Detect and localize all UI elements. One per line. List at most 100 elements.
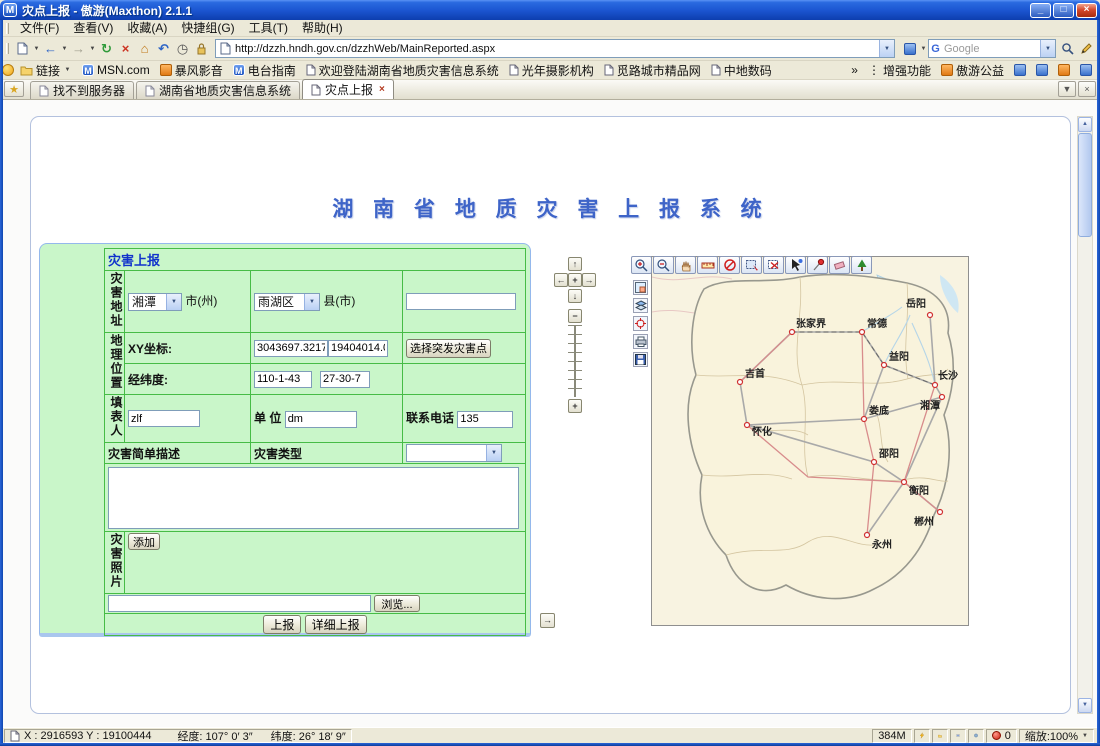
stop-button[interactable]: × bbox=[116, 39, 135, 59]
proxy-button[interactable] bbox=[192, 39, 211, 59]
overview-map-button[interactable] bbox=[633, 280, 648, 295]
reporter-name-input[interactable] bbox=[128, 410, 200, 427]
description-textarea[interactable] bbox=[108, 467, 519, 529]
tab-server-not-found[interactable]: 找不到服务器 bbox=[30, 81, 134, 99]
download-folder-button[interactable] bbox=[932, 729, 948, 743]
link-hunan-geohazard[interactable]: 欢迎登陆湖南省地质灾害信息系统 bbox=[302, 62, 503, 78]
search-button[interactable] bbox=[1058, 39, 1077, 59]
search-engine-dropdown[interactable]: ▼ bbox=[1040, 40, 1055, 57]
erase-button[interactable] bbox=[829, 256, 850, 274]
search-box[interactable]: G Google ▼ bbox=[928, 39, 1056, 58]
select-rectangle-button[interactable] bbox=[741, 256, 762, 274]
longitude-input[interactable] bbox=[254, 371, 312, 388]
links-overflow-button[interactable]: » bbox=[847, 62, 862, 78]
forward-button[interactable]: → bbox=[69, 39, 88, 59]
menu-tools[interactable]: 工具(T) bbox=[242, 20, 295, 36]
ad-hunter-button[interactable] bbox=[950, 729, 966, 743]
save-map-button[interactable] bbox=[633, 352, 648, 367]
split-view-button[interactable] bbox=[1032, 62, 1052, 78]
layers-button[interactable] bbox=[633, 298, 648, 313]
detailed-report-button[interactable]: 详细上报 bbox=[305, 615, 367, 634]
highlight-button[interactable] bbox=[1077, 39, 1096, 59]
minimize-button[interactable]: _ bbox=[1030, 3, 1051, 18]
forward-dropdown[interactable]: ▼ bbox=[88, 39, 97, 59]
tab-list-button[interactable]: ▼ bbox=[1058, 81, 1076, 97]
pan-right-button[interactable]: → bbox=[582, 273, 596, 287]
close-tab-button[interactable]: × bbox=[1078, 81, 1096, 97]
proxy-button[interactable] bbox=[968, 729, 984, 743]
link-msn[interactable]: M MSN.com bbox=[78, 62, 154, 78]
links-folder-dropdown[interactable]: ▼ bbox=[63, 60, 72, 80]
unit-input[interactable] bbox=[285, 411, 357, 428]
scroll-down-button[interactable]: ▼ bbox=[1078, 698, 1092, 713]
measure-distance-button[interactable] bbox=[697, 256, 718, 274]
zoom-in-step-button[interactable]: + bbox=[568, 399, 582, 413]
county-select[interactable]: 雨湖区 ▼ bbox=[254, 293, 320, 311]
address-dropdown[interactable]: ▼ bbox=[879, 40, 894, 57]
menu-groups[interactable]: 快捷组(G) bbox=[174, 20, 241, 36]
new-page-button[interactable] bbox=[13, 39, 32, 59]
back-button[interactable]: ← bbox=[41, 39, 60, 59]
links-folder[interactable]: 链接 ▼ bbox=[16, 62, 76, 78]
pan-button[interactable] bbox=[675, 256, 696, 274]
pick-disaster-point-button[interactable]: 选择突发灾害点 bbox=[406, 339, 491, 358]
zoom-slider[interactable] bbox=[568, 325, 582, 397]
history-button[interactable]: ◷ bbox=[173, 39, 192, 59]
mark-point-button[interactable] bbox=[807, 256, 828, 274]
phone-input[interactable] bbox=[457, 411, 513, 428]
link-photo-studio[interactable]: 光年摄影机构 bbox=[505, 62, 598, 78]
map-canvas[interactable]: 张家界 常德 岳阳 吉首 益阳 长沙 怀化 娄底 湘潭 邵阳 衡阳 永州 郴州 bbox=[651, 256, 969, 626]
boost-button[interactable] bbox=[914, 729, 930, 743]
deselect-button[interactable] bbox=[763, 256, 784, 274]
photo-file-input[interactable] bbox=[108, 595, 371, 612]
link-radio-guide[interactable]: M 电台指南 bbox=[229, 62, 300, 78]
clear-selection-button[interactable] bbox=[719, 256, 740, 274]
tab-hunan-geohazard-info[interactable]: 湖南省地质灾害信息系统 bbox=[136, 81, 300, 99]
zoom-center-button[interactable]: + bbox=[568, 273, 582, 287]
pan-down-button[interactable]: ↓ bbox=[568, 289, 582, 303]
menu-favorites[interactable]: 收藏(A) bbox=[120, 20, 174, 36]
restore-button[interactable]: □ bbox=[1053, 3, 1074, 18]
link-city-boutique[interactable]: 觅路城市精品网 bbox=[600, 62, 705, 78]
identify-button[interactable] bbox=[785, 256, 806, 274]
blocked-counter[interactable]: 0 bbox=[986, 729, 1017, 743]
zoom-in-button[interactable] bbox=[631, 256, 652, 274]
tab-disaster-report[interactable]: 灾点上报 × bbox=[302, 79, 394, 99]
back-dropdown[interactable]: ▼ bbox=[60, 39, 69, 59]
legend-button[interactable] bbox=[851, 256, 872, 274]
link-zhongdi-digital[interactable]: 中地数码 bbox=[707, 62, 776, 78]
zoom-out-button[interactable] bbox=[653, 256, 674, 274]
close-button[interactable]: × bbox=[1076, 3, 1097, 18]
locate-button[interactable] bbox=[633, 316, 648, 331]
tab-close-icon[interactable]: × bbox=[379, 84, 385, 95]
submit-report-button[interactable]: 上报 bbox=[263, 615, 301, 634]
x-coordinate-input[interactable] bbox=[254, 340, 328, 357]
vertical-scrollbar[interactable]: ▲ ▼ bbox=[1077, 116, 1093, 714]
add-photo-button[interactable]: 添加 bbox=[128, 533, 160, 550]
expand-panel-button[interactable]: → bbox=[540, 613, 555, 628]
favorites-star-button[interactable]: ★ bbox=[4, 81, 24, 97]
latitude-input[interactable] bbox=[320, 371, 370, 388]
quick-fill-dropdown[interactable]: ▼ bbox=[919, 39, 928, 59]
zoom-control[interactable]: 缩放:100% ▼ bbox=[1019, 729, 1094, 743]
scroll-up-button[interactable]: ▲ bbox=[1078, 117, 1092, 132]
link-storm-player[interactable]: 暴风影音 bbox=[156, 62, 227, 78]
print-map-button[interactable] bbox=[633, 334, 648, 349]
quick-fill-button[interactable] bbox=[900, 39, 919, 59]
address-detail-input[interactable] bbox=[406, 293, 516, 310]
sidebar-toggle-button[interactable] bbox=[1010, 62, 1030, 78]
menu-file[interactable]: 文件(F) bbox=[13, 20, 66, 36]
browse-button[interactable]: 浏览... bbox=[374, 595, 419, 612]
zoom-out-step-button[interactable]: − bbox=[568, 309, 582, 323]
address-bar[interactable]: http://dzzh.hndh.gov.cn/dzzhWeb/MainRepo… bbox=[215, 39, 895, 58]
menu-view[interactable]: 查看(V) bbox=[66, 20, 120, 36]
maxthon-charity-button[interactable]: 傲游公益 bbox=[937, 62, 1008, 78]
enhance-features-button[interactable]: ⋮ 增强功能 bbox=[864, 62, 935, 78]
pan-up-button[interactable]: ↑ bbox=[568, 257, 582, 271]
home-button[interactable]: ⌂ bbox=[135, 39, 154, 59]
scrollbar-thumb[interactable] bbox=[1078, 133, 1092, 237]
plugin-button[interactable] bbox=[1076, 62, 1096, 78]
address-url[interactable]: http://dzzh.hndh.gov.cn/dzzhWeb/MainRepo… bbox=[232, 43, 879, 55]
undo-button[interactable]: ↶ bbox=[154, 39, 173, 59]
smiley-icon[interactable] bbox=[2, 64, 14, 76]
